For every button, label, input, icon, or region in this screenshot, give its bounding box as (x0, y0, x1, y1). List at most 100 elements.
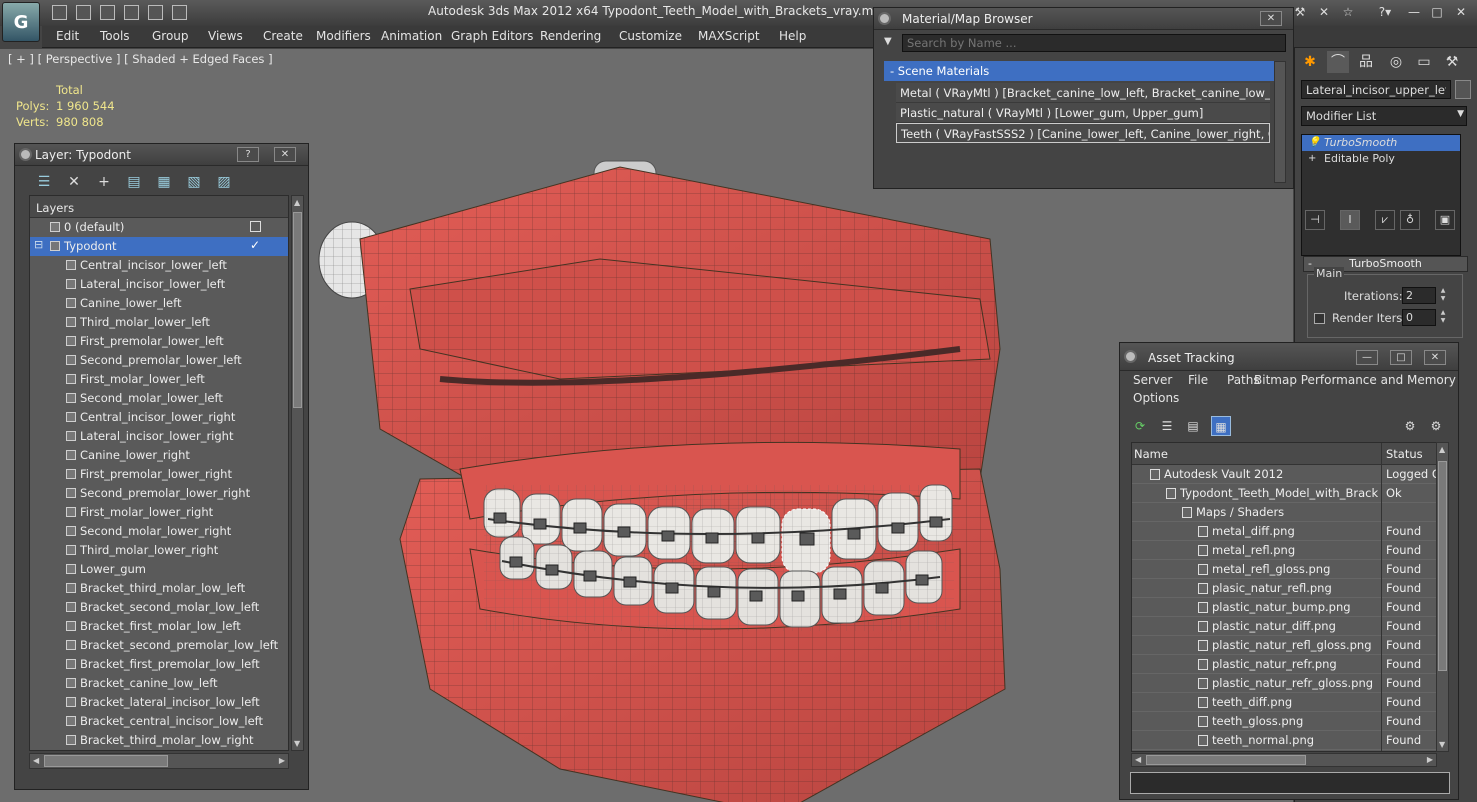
hide-layers-icon[interactable]: ▧ (184, 172, 204, 192)
layer-hide-toggle-icon[interactable] (250, 221, 261, 232)
menu-create[interactable]: Create (263, 29, 303, 43)
asset-row[interactable]: plastic_natur_refl_gloss.png Found (1132, 636, 1436, 655)
menu-maxscript[interactable]: MAXScript (698, 29, 760, 43)
scroll-thumb[interactable] (293, 212, 302, 408)
menu-views[interactable]: Views (208, 29, 243, 43)
layer-object-row[interactable]: Central_incisor_lower_right (30, 408, 288, 427)
lightbulb-icon[interactable]: 💡 (1308, 137, 1320, 148)
scroll-up-icon[interactable]: ▲ (294, 198, 300, 207)
redo-icon[interactable] (124, 5, 139, 20)
layer-object-row[interactable]: Third_molar_lower_left (30, 313, 288, 332)
menu-bitmap-performance[interactable]: Bitmap Performance and Memory (1254, 373, 1456, 387)
scroll-left-icon[interactable]: ◀ (33, 756, 39, 765)
options-dropdown-icon[interactable]: ▼ (884, 36, 892, 47)
object-name-field[interactable] (1301, 80, 1451, 99)
layer-object-row[interactable]: Lateral_incisor_lower_left (30, 275, 288, 294)
asset-row[interactable]: plasic_natur_refl.png Found (1132, 579, 1436, 598)
asset-row[interactable]: plastic_natur_diff.png Found (1132, 617, 1436, 636)
utilities-tab-icon[interactable]: ⚒ (1441, 51, 1463, 73)
layer-object-row[interactable]: Second_molar_lower_left (30, 389, 288, 408)
project-folder-icon[interactable] (148, 5, 163, 20)
asset-row[interactable]: metal_refl.png Found (1132, 541, 1436, 560)
select-objects-icon[interactable]: ▤ (124, 172, 144, 192)
quick-access-dropdown-icon[interactable] (172, 5, 187, 20)
scroll-down-icon[interactable]: ▼ (1439, 740, 1445, 749)
column-divider[interactable] (1381, 443, 1382, 751)
maximize-button[interactable]: □ (1390, 350, 1412, 365)
asset-row[interactable]: metal_refl_gloss.png Found (1132, 560, 1436, 579)
asset-row[interactable]: teeth_diff.png Found (1132, 693, 1436, 712)
scroll-up-icon[interactable]: ▲ (1439, 445, 1445, 454)
layer-object-row[interactable]: Lateral_incisor_lower_right (30, 427, 288, 446)
display-tab-icon[interactable]: ▭ (1413, 51, 1435, 73)
scroll-right-icon[interactable]: ▶ (1427, 755, 1433, 764)
options-settings-icon[interactable]: ⚙ (1426, 416, 1446, 436)
status-column-header[interactable]: Status (1386, 447, 1423, 461)
render-iters-checkbox[interactable] (1314, 313, 1325, 324)
help-button[interactable]: ? (237, 147, 259, 162)
material-item-teeth[interactable]: Teeth ( VRayFastSSS2 ) [Canine_lower_lef… (896, 123, 1270, 143)
close-button[interactable]: ✕ (1452, 4, 1470, 20)
favorites-star-icon[interactable]: ☆ (1339, 4, 1357, 20)
modify-tab-icon[interactable]: ⌒ (1327, 51, 1349, 73)
delete-layer-icon[interactable]: ✕ (64, 172, 84, 192)
motion-tab-icon[interactable]: ◎ (1385, 51, 1407, 73)
layer-object-row[interactable]: Bracket_first_molar_low_left (30, 617, 288, 636)
show-end-result-icon[interactable]: I (1340, 210, 1360, 230)
help-dropdown-icon[interactable]: ?▾ (1372, 4, 1398, 20)
modifier-list-dropdown[interactable]: Modifier List ▼ (1301, 106, 1467, 126)
scroll-right-icon[interactable]: ▶ (279, 756, 285, 765)
communication-icon[interactable]: ✕ (1315, 4, 1333, 20)
scroll-thumb[interactable] (44, 755, 168, 767)
asset-row[interactable]: plastic_natur_bump.png Found (1132, 598, 1436, 617)
layer-object-row[interactable]: Lower_gum (30, 560, 288, 579)
current-layer-check-icon[interactable]: ✓ (250, 238, 260, 252)
material-item-plastic-natural[interactable]: Plastic_natural ( VRayMtl ) [Lower_gum, … (896, 103, 1270, 123)
layer-object-row[interactable]: First_molar_lower_right (30, 503, 288, 522)
layer-object-row[interactable]: Bracket_lateral_incisor_low_left (30, 693, 288, 712)
table-view-icon[interactable]: ▦ (1211, 416, 1231, 436)
asset-row[interactable]: Autodesk Vault 2012 Logged O (1132, 465, 1436, 484)
scroll-thumb[interactable] (1146, 755, 1306, 765)
menu-modifiers[interactable]: Modifiers (316, 29, 371, 43)
highlight-layer-icon[interactable]: ▦ (154, 172, 174, 192)
close-button[interactable]: ✕ (1260, 11, 1282, 26)
asset-horizontal-scrollbar[interactable]: ◀ ▶ (1131, 753, 1437, 767)
layer-object-row[interactable]: Bracket_canine_low_left (30, 674, 288, 693)
layer-object-row[interactable]: Second_premolar_lower_right (30, 484, 288, 503)
material-search-input[interactable] (902, 34, 1286, 52)
asset-row[interactable]: teeth_gloss.png Found (1132, 712, 1436, 731)
hierarchy-tab-icon[interactable]: 品 (1355, 51, 1377, 73)
freeze-layers-icon[interactable]: ▨ (214, 172, 234, 192)
layer-row-default[interactable]: 0 (default) (30, 218, 288, 237)
render-iters-spinner[interactable] (1402, 309, 1436, 326)
asset-vertical-scrollbar[interactable]: ▲ ▼ (1436, 442, 1449, 752)
expand-icon[interactable]: + (1308, 153, 1316, 164)
material-browser-scrollbar[interactable] (1274, 61, 1286, 183)
new-file-icon[interactable] (52, 5, 67, 20)
minimize-button[interactable]: — (1405, 4, 1423, 20)
layer-object-row[interactable]: Second_molar_lower_right (30, 522, 288, 541)
menu-file[interactable]: File (1188, 373, 1208, 387)
menu-rendering[interactable]: Rendering (540, 29, 601, 43)
stack-item-editable-poly[interactable]: + Editable Poly (1302, 151, 1460, 167)
layer-object-row[interactable]: Second_premolar_lower_left (30, 351, 288, 370)
asset-row[interactable]: plastic_natur_refr_gloss.png Found (1132, 674, 1436, 693)
help-settings-icon[interactable]: ⚙ (1400, 416, 1420, 436)
tree-view-icon[interactable]: ▤ (1183, 416, 1203, 436)
layer-list-horizontal-scrollbar[interactable]: ◀ ▶ (29, 753, 289, 769)
modifier-stack[interactable]: 💡 TurboSmooth + Editable Poly (1301, 134, 1461, 256)
layer-object-row[interactable]: Bracket_second_premolar_low_left (30, 636, 288, 655)
layer-object-row[interactable]: Bracket_third_molar_low_left (30, 579, 288, 598)
layer-object-row[interactable]: Bracket_third_molar_low_right (30, 731, 288, 750)
layer-object-row[interactable]: Canine_lower_right (30, 446, 288, 465)
menu-edit[interactable]: Edit (56, 29, 79, 43)
asset-row[interactable]: plastic_natur_refr.png Found (1132, 655, 1436, 674)
layer-object-row[interactable]: Bracket_first_premolar_low_left (30, 655, 288, 674)
app-logo[interactable]: G (2, 2, 40, 42)
layer-object-row[interactable]: Central_incisor_lower_left (30, 256, 288, 275)
layer-object-row[interactable]: First_premolar_lower_left (30, 332, 288, 351)
asset-tracking-titlebar[interactable]: Asset Tracking — □ ✕ (1120, 343, 1458, 371)
close-button[interactable]: ✕ (1424, 350, 1446, 365)
layer-object-row[interactable]: First_molar_lower_left (30, 370, 288, 389)
